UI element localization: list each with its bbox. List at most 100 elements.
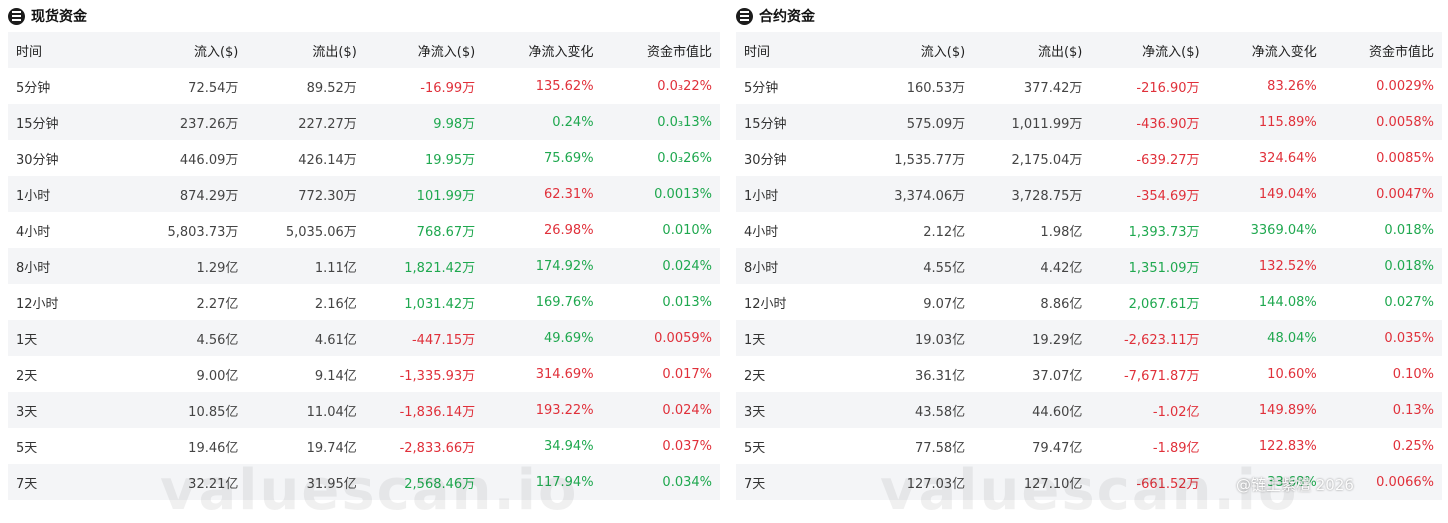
column-header-time: 时间 xyxy=(8,32,128,68)
spot-panel-title: 现货资金 xyxy=(31,9,87,25)
column-header-fund-mcap-ratio: 资金市值比 xyxy=(601,32,720,68)
cell-outflow: 44.60亿 xyxy=(973,392,1091,428)
cell-outflow: 227.27万 xyxy=(246,104,365,140)
cell-inflow: 72.54万 xyxy=(188,80,239,96)
cell-time: 3天 xyxy=(8,392,128,428)
cell-fund-mcap-ratio: 0.0059% xyxy=(601,320,720,356)
cell-time: 7天 xyxy=(736,464,856,500)
cell-fund-mcap-ratio: 0.018% xyxy=(1324,248,1442,284)
cell-outflow: 31.95亿 xyxy=(246,464,365,500)
cell-fund-mcap-ratio: 0.024% xyxy=(601,248,720,284)
cell-time: 1小时 xyxy=(8,176,128,212)
column-header-net-inflow-change: 净流入变化 xyxy=(1207,32,1325,68)
cell-net-inflow-change: 193.22% xyxy=(483,392,602,428)
cell-outflow: 3,728.75万 xyxy=(973,176,1091,212)
cell-net-inflow: 768.67万 xyxy=(416,224,476,240)
cell-time: 30分钟 xyxy=(744,152,787,168)
cell-fund-mcap-ratio: 0.035% xyxy=(1324,320,1442,356)
table-row: 1小时 874.29万 772.30万 101.99万 62.31% 0.0013% xyxy=(8,176,720,212)
cell-outflow: 772.30万 xyxy=(246,176,365,212)
table-row: 30分钟 446.09万 426.14万 19.95万 75.69% 0.0₃26% xyxy=(8,140,720,176)
cell-time: 12小时 xyxy=(16,296,59,312)
cell-time: 1天 xyxy=(736,320,856,356)
table-row: 3天 43.58亿 44.60亿 -1.02亿 149.89% 0.13% xyxy=(736,392,1442,428)
cell-net-inflow: 19.95万 xyxy=(424,152,476,168)
spot-table-body: 5分钟 72.54万 89.52万 -16.99万 135.62% 0.0₃22% 15分钟… xyxy=(8,68,720,500)
cell-fund-mcap-ratio: 0.25% xyxy=(1392,438,1434,454)
cell-inflow: 160.53万 xyxy=(906,80,966,96)
cell-outflow: 2.16亿 xyxy=(314,296,357,312)
cell-net-inflow-change: 117.94% xyxy=(483,464,602,500)
cell-outflow: 79.47亿 xyxy=(1032,440,1083,456)
cell-inflow: 32.21亿 xyxy=(128,464,247,500)
cell-net-inflow-change: 122.83% xyxy=(1258,438,1317,454)
cell-time: 5天 xyxy=(16,440,38,456)
table-row: 5分钟 160.53万 377.42万 -216.90万 83.26% 0.0029% xyxy=(736,68,1442,104)
cell-net-inflow-change: 83.26% xyxy=(1267,78,1317,94)
cell-inflow: 446.09万 xyxy=(179,152,239,168)
cell-time: 3天 xyxy=(736,392,856,428)
table-row: 1天 19.03亿 19.29亿 -2,623.11万 48.04% 0.035% xyxy=(736,320,1442,356)
column-header-net-inflow: 净流入($) xyxy=(1090,32,1208,68)
cell-net-inflow: 1,031.42万 xyxy=(404,296,476,312)
cell-fund-mcap-ratio: 0.027% xyxy=(1384,294,1434,310)
cell-time: 7天 xyxy=(8,464,128,500)
cell-net-inflow: -1,335.93万 xyxy=(399,368,476,384)
contract-panel-title: 合约资金 xyxy=(759,9,815,25)
cell-time: 4小时 xyxy=(744,224,779,240)
cell-net-inflow-change: 48.04% xyxy=(1207,320,1325,356)
cell-net-inflow-change: 62.31% xyxy=(483,176,602,212)
cell-net-inflow: -16.99万 xyxy=(420,80,476,96)
cell-net-inflow-change: 0.24% xyxy=(483,104,602,140)
cell-inflow: 1.29亿 xyxy=(128,248,247,284)
cell-net-inflow: -436.90万 xyxy=(1090,104,1208,140)
cell-fund-mcap-ratio: 0.0047% xyxy=(1324,176,1442,212)
cell-fund-mcap-ratio: 0.0013% xyxy=(601,176,720,212)
table-row: 2天 9.00亿 9.14亿 -1,335.93万 314.69% 0.017% xyxy=(8,356,720,392)
table-row: 8小时 1.29亿 1.11亿 1,821.42万 174.92% 0.024% xyxy=(8,248,720,284)
column-header-outflow: 流出($) xyxy=(246,32,365,68)
layers-logo-icon xyxy=(8,7,25,25)
cell-net-inflow-change: 169.76% xyxy=(535,294,594,310)
cell-net-inflow: 2,568.46万 xyxy=(364,464,484,500)
cell-time: 8小时 xyxy=(736,248,856,284)
layers-logo-icon xyxy=(736,7,753,25)
column-header-inflow: 流入($) xyxy=(128,32,247,68)
cell-fund-mcap-ratio: 0.013% xyxy=(662,294,712,310)
cell-outflow: 377.42万 xyxy=(1023,80,1083,96)
cell-net-inflow: 1,393.73万 xyxy=(1128,224,1200,240)
cell-fund-mcap-ratio: 0.0₃13% xyxy=(601,104,720,140)
cell-inflow: 3,374.06万 xyxy=(856,176,974,212)
cell-time: 5天 xyxy=(744,440,766,456)
column-header-fund-mcap-ratio: 资金市值比 xyxy=(1324,32,1442,68)
cell-time: 8小时 xyxy=(8,248,128,284)
cell-outflow: 19.74亿 xyxy=(306,440,357,456)
cell-inflow: 237.26万 xyxy=(128,104,247,140)
cell-net-inflow-change: 149.04% xyxy=(1207,176,1325,212)
table-row: 30分钟 1,535.77万 2,175.04万 -639.27万 324.64% 0.0… xyxy=(736,140,1442,176)
cell-outflow: 426.14万 xyxy=(298,152,357,168)
cell-time: 4小时 xyxy=(16,224,51,240)
cell-inflow: 127.03亿 xyxy=(856,464,974,500)
cell-net-inflow: -661.52万 xyxy=(1090,464,1208,500)
cell-net-inflow: -2,623.11万 xyxy=(1090,320,1208,356)
cell-inflow: 2.27亿 xyxy=(196,296,239,312)
table-row: 12小时 9.07亿 8.86亿 2,067.61万 144.08% 0.027% xyxy=(736,284,1442,320)
cell-net-inflow-change: 149.89% xyxy=(1207,392,1325,428)
spot-funds-panel: 现货资金 时间 流入($) 流出($) 净流入($) 净流入变化 资金市值比 5分钟 72.… xyxy=(8,0,720,510)
cell-net-inflow-change: 33.68% xyxy=(1207,464,1325,500)
cell-fund-mcap-ratio: 0.018% xyxy=(1384,222,1434,238)
cell-outflow: 9.14亿 xyxy=(314,368,357,384)
cell-inflow: 874.29万 xyxy=(128,176,247,212)
cell-inflow: 4.56亿 xyxy=(128,320,247,356)
table-row: 4小时 2.12亿 1.98亿 1,393.73万 3369.04% 0.018% xyxy=(736,212,1442,248)
table-row: 7天 127.03亿 127.10亿 -661.52万 33.68% 0.0066% xyxy=(736,464,1442,500)
cell-fund-mcap-ratio: 0.13% xyxy=(1324,392,1442,428)
spot-table-header-row: 时间 流入($) 流出($) 净流入($) 净流入变化 资金市值比 xyxy=(8,32,720,68)
table-row: 15分钟 237.26万 227.27万 9.98万 0.24% 0.0₃13% xyxy=(8,104,720,140)
cell-net-inflow-change: 3369.04% xyxy=(1250,222,1317,238)
spot-panel-header: 现货资金 xyxy=(8,0,720,32)
table-row: 15分钟 575.09万 1,011.99万 -436.90万 115.89% 0.005… xyxy=(736,104,1442,140)
table-row: 5天 19.46亿 19.74亿 -2,833.66万 34.94% 0.037% xyxy=(8,428,720,464)
cell-fund-mcap-ratio: 0.0₃22% xyxy=(657,78,712,94)
